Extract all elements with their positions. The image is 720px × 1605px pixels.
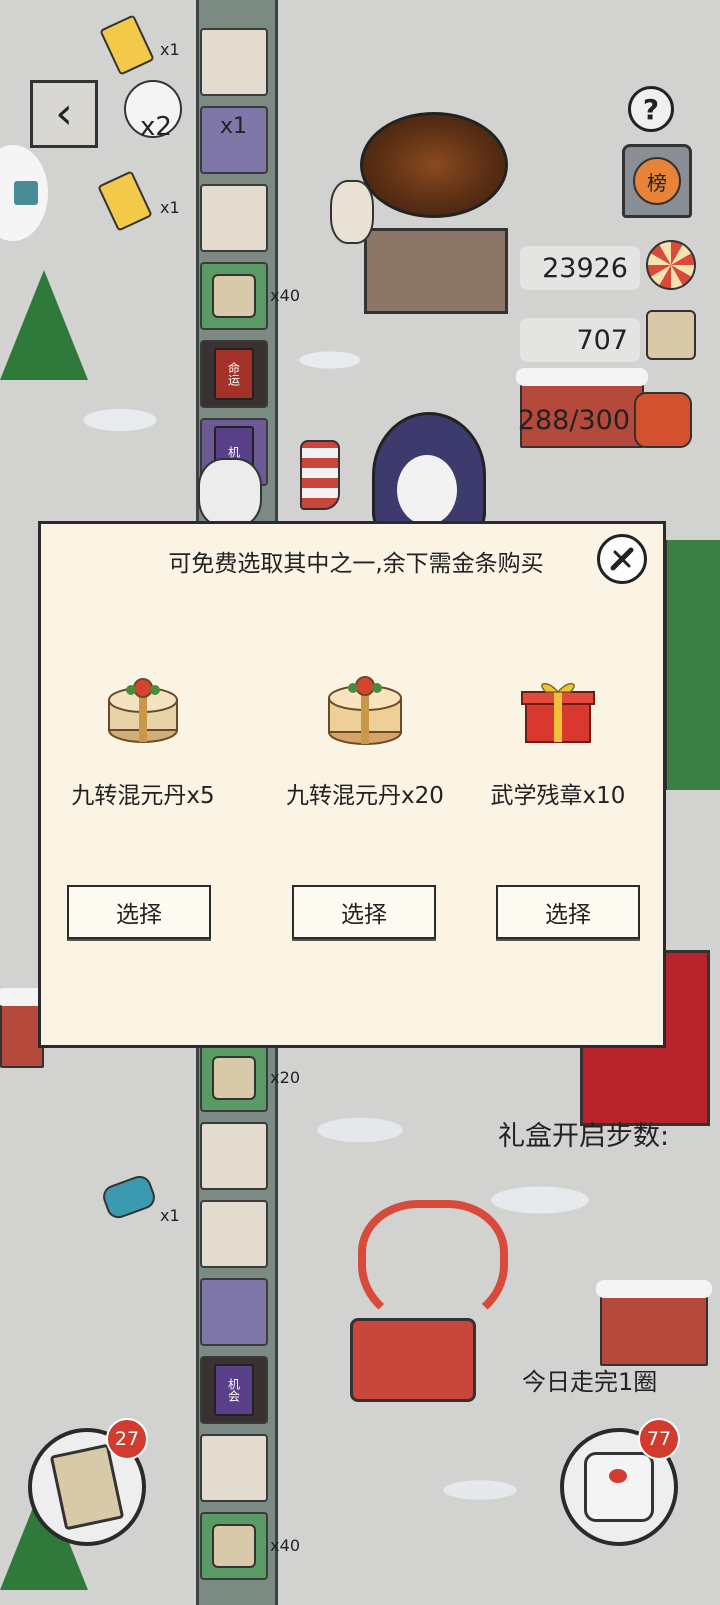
reward-option-2: 九转混元丹x20 [265, 674, 465, 810]
board-tile-shop [200, 1278, 268, 1346]
score-display: 23926 [520, 246, 640, 290]
leaderboard-button[interactable]: 榜 [622, 144, 692, 218]
ticket-display: 707 [520, 318, 640, 362]
reward-option-1: 九转混元丹x5 [43, 674, 243, 810]
board-tile [200, 1434, 268, 1502]
board-tile [200, 184, 268, 252]
red-gift-box-icon [516, 674, 600, 746]
lucky-bag-icon [634, 392, 692, 448]
fate-book-icon: 命运 [214, 348, 254, 400]
board-tile [200, 28, 268, 96]
select-button-2[interactable]: 选择 [292, 885, 436, 939]
penguin-character [372, 412, 486, 538]
ticket-value: 707 [576, 324, 628, 356]
reward-name: 九转混元丹x20 [286, 783, 444, 809]
task-scroll-icon [212, 274, 256, 318]
question-icon: ? [642, 92, 660, 126]
cards-icon [49, 1443, 125, 1531]
dice-icon [584, 1452, 654, 1522]
panel-icon [14, 181, 38, 205]
lollipop-icon [646, 240, 696, 290]
pickup-count: x2 [140, 112, 172, 142]
select-button-1[interactable]: 选择 [67, 885, 211, 939]
pickup-count: x1 [160, 198, 180, 217]
today-lap-label: 今日走完1圈 [522, 1368, 658, 1396]
dice-badge: 77 [638, 1418, 680, 1460]
elder-character [330, 180, 374, 244]
christmas-tree-icon [0, 270, 88, 380]
pickup-count: x1 [220, 114, 248, 139]
snow-house-icon [596, 1280, 712, 1366]
board-tile-task: x40 [200, 262, 300, 330]
board-tile [200, 1122, 268, 1190]
tile-count: x40 [270, 286, 300, 305]
cards-button[interactable]: 27 [28, 1418, 148, 1546]
task-scroll-icon [212, 1056, 256, 1100]
gift-cake-large-icon [323, 674, 407, 746]
pickup-count: x1 [160, 1206, 180, 1225]
board-tile-task: x20 [200, 1044, 300, 1112]
task-scroll-icon [646, 310, 696, 360]
christmas-tree-icon [664, 540, 720, 790]
board-tile-task: x40 [200, 1512, 300, 1580]
reward-option-3: 武学残章x10 [458, 674, 658, 810]
leaderboard-icon: 榜 [633, 157, 681, 205]
chance-book-icon: 机会 [214, 1364, 254, 1416]
back-button[interactable]: ‹ [30, 80, 98, 148]
gift-cake-small-icon [101, 674, 185, 746]
progress-value: 288/300 [517, 404, 630, 436]
chevron-left-icon: ‹ [55, 88, 73, 139]
pickup-count: x1 [160, 40, 180, 59]
dialog-title: 可免费选取其中之一,余下需金条购买 [168, 551, 544, 577]
reward-name: 武学残章x10 [490, 783, 626, 809]
cards-badge: 27 [106, 1418, 148, 1460]
tile-count: x40 [270, 1536, 300, 1555]
dice-button[interactable]: 77 [560, 1418, 680, 1546]
score-value: 23926 [542, 252, 628, 284]
select-button-3[interactable]: 选择 [496, 885, 640, 939]
gift-box-steps-label: 礼盒开启步数: [498, 1121, 670, 1152]
board-tile [200, 1200, 268, 1268]
reward-choice-dialog: 可免费选取其中之一,余下需金条购买 九转混元丹x5 九转混元丹x20 武学残章x… [38, 521, 666, 1048]
cauldron-icon [360, 112, 508, 218]
stocking-icon [300, 440, 340, 510]
board-tile-chance: 机会 [200, 1356, 268, 1424]
task-scroll-icon [212, 1524, 256, 1568]
toy-train-icon [350, 1318, 476, 1402]
tile-count: x20 [270, 1068, 300, 1087]
stone-platform [364, 228, 508, 314]
board-tile-fate: 命运 [200, 340, 268, 408]
candy-cane-heart-icon [358, 1200, 508, 1330]
help-button[interactable]: ? [628, 86, 674, 132]
progress-display: 288/300 [514, 398, 630, 442]
close-button[interactable] [597, 534, 647, 584]
reward-name: 九转混元丹x5 [71, 783, 215, 809]
player-character [198, 458, 262, 528]
close-icon [610, 547, 634, 571]
